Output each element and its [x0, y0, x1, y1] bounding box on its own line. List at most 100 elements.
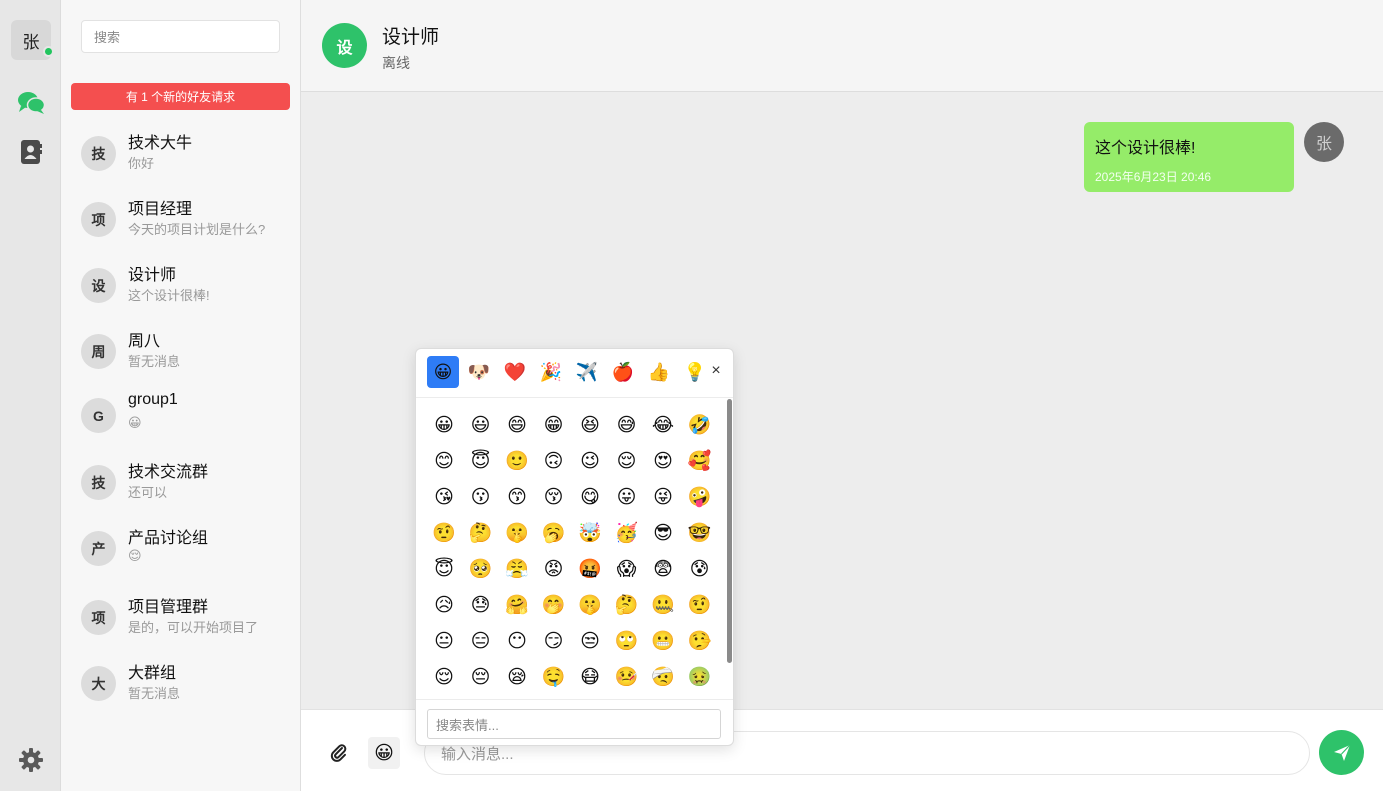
emoji-option[interactable]: 🤫 — [499, 515, 535, 551]
emoji-tab-hearts[interactable]: ❤️ — [499, 356, 531, 388]
conversation-item[interactable]: 技 技术大牛 你好 — [61, 120, 301, 186]
emoji-tab-gestures[interactable]: 👍 — [643, 356, 675, 388]
emoji-option[interactable]: 🥰 — [682, 443, 718, 479]
search-input[interactable]: 搜索 — [81, 20, 280, 53]
friend-request-banner[interactable]: 有 1 个新的好友请求 — [71, 83, 290, 110]
emoji-option[interactable]: 🤫 — [572, 587, 608, 623]
emoji-option[interactable]: 😉 — [572, 443, 608, 479]
emoji-option[interactable]: 😰 — [682, 551, 718, 587]
emoji-tab-animals[interactable]: 🐶 — [463, 356, 495, 388]
emoji-option[interactable]: 😷 — [572, 659, 608, 695]
emoji-option[interactable]: 🤕 — [645, 659, 681, 695]
message-bubble[interactable]: 这个设计很棒! 2025年6月23日 20:46 — [1084, 122, 1294, 192]
emoji-search-input[interactable]: 搜索表情... — [427, 709, 721, 739]
conversation-item[interactable]: 大 大群组 暂无消息 — [61, 650, 301, 716]
emoji-button[interactable]: 😀 — [368, 737, 400, 769]
send-button[interactable] — [1319, 730, 1364, 775]
emoji-option[interactable]: 😊 — [426, 443, 462, 479]
emoji-option[interactable]: 😆 — [572, 407, 608, 443]
emoji-option[interactable]: 🙃 — [536, 443, 572, 479]
emoji-option[interactable]: 🥳 — [609, 515, 645, 551]
emoji-option[interactable]: 🙄 — [609, 623, 645, 659]
emoji-option[interactable]: 😇 — [463, 443, 499, 479]
emoji-option[interactable]: 🤪 — [682, 479, 718, 515]
emoji-option[interactable]: 😎 — [645, 515, 681, 551]
emoji-option[interactable]: 🥱 — [536, 515, 572, 551]
message-avatar[interactable]: 张 — [1304, 122, 1344, 162]
conversation-last-message: 😌 — [128, 548, 142, 563]
conversation-item[interactable]: 设 设计师 这个设计很棒! — [61, 252, 301, 318]
emoji-option[interactable]: 😍 — [645, 443, 681, 479]
close-icon[interactable]: × — [707, 360, 725, 382]
emoji-option[interactable]: 😇 — [426, 551, 462, 587]
emoji-scrollbar[interactable] — [727, 399, 732, 663]
emoji-option[interactable]: 😐 — [426, 623, 462, 659]
emoji-option[interactable]: 😂 — [645, 407, 681, 443]
emoji-option[interactable]: 😃 — [463, 407, 499, 443]
emoji-option[interactable]: 😌 — [609, 443, 645, 479]
emoji-option[interactable]: 😤 — [499, 551, 535, 587]
chat-avatar[interactable]: 设 — [322, 23, 367, 68]
emoji-option[interactable]: 😜 — [645, 479, 681, 515]
emoji-option[interactable]: 😒 — [572, 623, 608, 659]
conversation-item[interactable]: 项 项目经理 今天的项目计划是什么? — [61, 186, 301, 252]
emoji-option[interactable]: 😱 — [609, 551, 645, 587]
conversation-item[interactable]: 技 技术交流群 还可以 — [61, 449, 301, 515]
emoji-search-placeholder: 搜索表情... — [436, 717, 499, 733]
emoji-option[interactable]: 🙂 — [499, 443, 535, 479]
emoji-option[interactable]: 🤓 — [682, 515, 718, 551]
emoji-option[interactable]: 😬 — [645, 623, 681, 659]
conversation-item[interactable]: 周 周八 暂无消息 — [61, 318, 301, 384]
emoji-option[interactable]: 🤐 — [645, 587, 681, 623]
emoji-option[interactable]: 🤯 — [572, 515, 608, 551]
emoji-option[interactable]: 😅 — [609, 407, 645, 443]
emoji-option[interactable]: 😄 — [499, 407, 535, 443]
emoji-option[interactable]: 🤣 — [682, 407, 718, 443]
send-icon — [1333, 744, 1350, 761]
emoji-option[interactable]: 🤢 — [682, 659, 718, 695]
conversation-item[interactable]: G group1 😀 — [61, 382, 301, 448]
my-avatar-char: 张 — [22, 32, 40, 52]
emoji-option[interactable]: 🤬 — [572, 551, 608, 587]
emoji-option[interactable]: 🤒 — [609, 659, 645, 695]
paperclip-icon[interactable] — [328, 742, 350, 764]
emoji-option[interactable]: 😁 — [536, 407, 572, 443]
emoji-tab-celebration[interactable]: 🎉 — [535, 356, 567, 388]
emoji-option[interactable]: 😓 — [463, 587, 499, 623]
emoji-option[interactable]: 😥 — [426, 587, 462, 623]
emoji-option[interactable]: 😶 — [499, 623, 535, 659]
emoji-tab-travel[interactable]: ✈️ — [571, 356, 603, 388]
emoji-option[interactable]: 🤭 — [536, 587, 572, 623]
emoji-option[interactable]: 🤔 — [609, 587, 645, 623]
emoji-option[interactable]: 😛 — [609, 479, 645, 515]
emoji-option[interactable]: 🤤 — [536, 659, 572, 695]
conversation-item[interactable]: 产 产品讨论组 😌 — [61, 515, 301, 581]
emoji-option[interactable]: 😚 — [536, 479, 572, 515]
emoji-option[interactable]: 😙 — [499, 479, 535, 515]
emoji-option[interactable]: 😡 — [536, 551, 572, 587]
emoji-tab-smileys[interactable]: 😀 — [427, 356, 459, 388]
conversation-last-message: 😀 — [128, 415, 142, 430]
emoji-option[interactable]: 🤥 — [682, 623, 718, 659]
emoji-option[interactable]: 😑 — [463, 623, 499, 659]
my-avatar[interactable]: 张 — [11, 20, 54, 60]
emoji-option[interactable]: 😗 — [463, 479, 499, 515]
emoji-option[interactable]: 😔 — [463, 659, 499, 695]
emoji-option[interactable]: 😌 — [426, 659, 462, 695]
conversation-item[interactable]: 项 项目管理群 是的，可以开始项目了 — [61, 584, 301, 650]
emoji-option[interactable]: 😪 — [499, 659, 535, 695]
emoji-option[interactable]: 🤨 — [682, 587, 718, 623]
chat-icon[interactable] — [16, 88, 46, 118]
emoji-option[interactable]: 😏 — [536, 623, 572, 659]
emoji-option[interactable]: 🥺 — [463, 551, 499, 587]
emoji-tab-food[interactable]: 🍎 — [607, 356, 639, 388]
emoji-option[interactable]: 😘 — [426, 479, 462, 515]
emoji-option[interactable]: 🤗 — [499, 587, 535, 623]
emoji-option[interactable]: 🤨 — [426, 515, 462, 551]
gear-icon[interactable] — [16, 745, 46, 775]
emoji-option[interactable]: 😀 — [426, 407, 462, 443]
emoji-option[interactable]: 😨 — [645, 551, 681, 587]
emoji-option[interactable]: 😋 — [572, 479, 608, 515]
emoji-option[interactable]: 🤔 — [463, 515, 499, 551]
contacts-icon[interactable] — [16, 137, 46, 167]
